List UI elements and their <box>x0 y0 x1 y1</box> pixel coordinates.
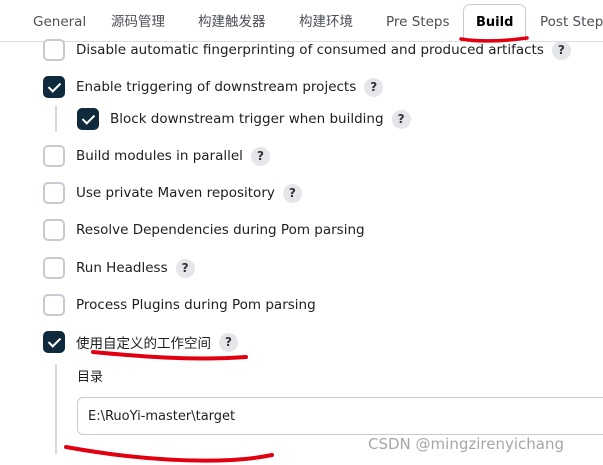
option-build-modules-parallel: Build modules in parallel ? <box>43 144 270 168</box>
nested-options-indicator <box>55 364 57 454</box>
tab-build[interactable]: Build <box>463 4 527 42</box>
option-label: Resolve Dependencies during Pom parsing <box>76 222 365 238</box>
help-icon[interactable]: ? <box>282 183 302 203</box>
option-label: Process Plugins during Pom parsing <box>76 297 316 313</box>
checkbox[interactable] <box>43 145 65 167</box>
option-label: 使用自定义的工作空间 <box>76 336 211 352</box>
checkbox[interactable] <box>43 294 65 316</box>
option-label: Block downstream trigger when building <box>110 111 384 127</box>
help-icon[interactable]: ? <box>250 146 270 166</box>
help-icon[interactable]: ? <box>219 332 238 352</box>
option-run-headless: Run Headless ? <box>43 256 195 280</box>
tab-build-environment[interactable]: 构建环境 <box>299 0 353 42</box>
checkbox[interactable] <box>43 76 65 98</box>
option-process-plugins: Process Plugins during Pom parsing <box>43 293 316 317</box>
option-label: Build modules in parallel <box>76 148 243 164</box>
help-icon[interactable]: ? <box>364 77 384 97</box>
directory-input[interactable] <box>77 397 603 435</box>
option-disable-fingerprinting: Disable automatic fingerprinting of cons… <box>43 38 571 62</box>
annotation-underline <box>64 445 274 463</box>
help-icon[interactable]: ? <box>391 109 411 129</box>
tab-bar: General 源码管理 构建触发器 构建环境 Pre Steps Build … <box>0 0 603 42</box>
checkbox[interactable] <box>43 39 65 61</box>
checkbox[interactable] <box>43 331 65 353</box>
option-resolve-dependencies: Resolve Dependencies during Pom parsing <box>43 218 365 242</box>
option-enable-downstream-triggering: Enable triggering of downstream projects… <box>43 75 384 99</box>
tab-source-management[interactable]: 源码管理 <box>111 0 165 42</box>
watermark: CSDN @mingzirenyichang <box>368 435 564 453</box>
directory-label: 目录 <box>77 370 104 385</box>
nested-options-indicator <box>55 106 57 132</box>
checkbox[interactable] <box>77 108 99 130</box>
tab-post-steps[interactable]: Post Steps <box>540 0 603 42</box>
option-label: Use private Maven repository <box>76 185 275 201</box>
option-private-maven-repo: Use private Maven repository ? <box>43 181 302 205</box>
option-block-downstream-trigger: Block downstream trigger when building ? <box>77 107 411 131</box>
checkbox[interactable] <box>43 219 65 241</box>
help-icon[interactable]: ? <box>551 40 571 60</box>
checkbox[interactable] <box>43 182 65 204</box>
tab-general[interactable]: General <box>33 0 86 42</box>
option-label: Run Headless <box>76 260 168 276</box>
help-icon[interactable]: ? <box>175 258 195 278</box>
tab-build-triggers[interactable]: 构建触发器 <box>198 0 266 42</box>
tab-pre-steps[interactable]: Pre Steps <box>386 0 450 42</box>
checkbox[interactable] <box>43 257 65 279</box>
option-custom-workspace: 使用自定义的工作空间 ? <box>43 330 238 354</box>
option-label: Disable automatic fingerprinting of cons… <box>76 42 544 58</box>
option-label: Enable triggering of downstream projects <box>76 79 357 95</box>
